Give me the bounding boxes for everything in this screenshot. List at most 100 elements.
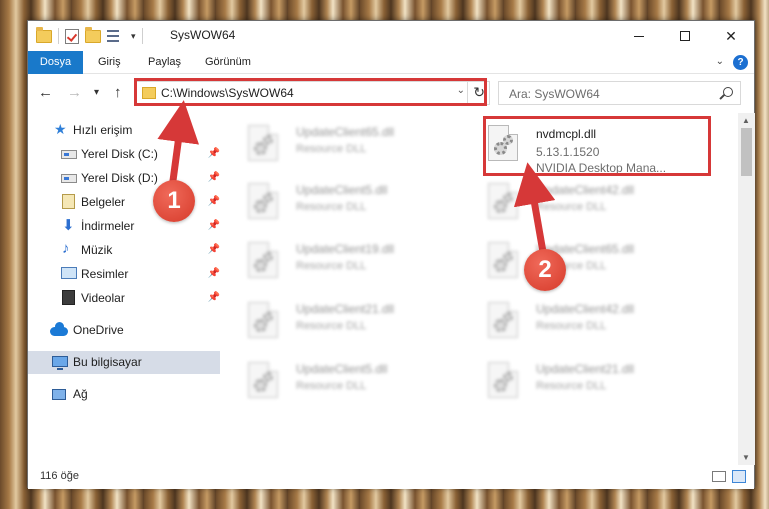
file-item[interactable]: UpdateClient21.dll Resource DLL [468, 356, 698, 406]
maximize-icon [680, 31, 690, 41]
window-controls: ✕ [616, 21, 754, 51]
pin-icon: 📌 [207, 244, 220, 255]
file-item[interactable]: UpdateClient42.dll Resource DLL [468, 177, 698, 227]
sidebar-item-label: Belgeler [81, 195, 126, 209]
file-item[interactable]: UpdateClient5.dll Resource DLL [228, 356, 458, 406]
minimize-button[interactable] [616, 21, 662, 51]
up-button[interactable]: ↑ [114, 84, 122, 101]
search-icon[interactable] [723, 87, 733, 97]
sidebar-item-network[interactable]: Ağ [28, 383, 220, 406]
search-input[interactable]: Ara: SysWOW64 [509, 87, 600, 101]
file-item-nvdmcpl[interactable]: nvdmcpl.dll 5.13.1.1520 NVIDIA Desktop M… [468, 119, 698, 179]
sidebar-item-pictures[interactable]: Resimler 📌 [28, 263, 220, 286]
file-name: UpdateClient42.dll [536, 302, 635, 316]
folder-icon [36, 26, 52, 43]
search-box[interactable]: Ara: SysWOW64 [498, 81, 741, 105]
expand-ribbon-chevron-icon[interactable]: ⌄ [716, 56, 724, 67]
star-icon: ★ [54, 121, 67, 137]
file-item[interactable]: UpdateClient65.dll Resource DLL [228, 119, 458, 169]
toolbar-divider [58, 28, 59, 44]
recent-locations-button[interactable]: ▾ [94, 87, 99, 98]
file-item[interactable]: UpdateClient19.dll Resource DLL [228, 236, 458, 286]
close-button[interactable]: ✕ [708, 21, 754, 51]
folder-icon [142, 87, 156, 99]
dll-file-icon [248, 302, 278, 338]
videos-icon [62, 290, 75, 305]
sidebar-item-local-disk-d[interactable]: Yerel Disk (D:) 📌 [28, 167, 220, 190]
file-type: Resource DLL [536, 320, 607, 332]
back-button[interactable]: ← [38, 84, 53, 101]
scroll-up-icon[interactable]: ▲ [742, 116, 750, 125]
file-type: Resource DLL [296, 143, 367, 155]
toolbar-divider [141, 28, 143, 44]
file-name: UpdateClient21.dll [296, 302, 395, 316]
dll-file-icon [488, 183, 518, 219]
title-bar: ▾ SysWOW64 ✕ [28, 21, 754, 51]
sidebar-item-music[interactable]: ♪ Müzik 📌 [28, 239, 220, 262]
documents-icon [62, 194, 75, 209]
file-item[interactable]: UpdateClient65.dll Resource DLL [468, 236, 698, 286]
sidebar-item-videos[interactable]: Videolar 📌 [28, 287, 220, 310]
sidebar-item-downloads[interactable]: ⬇ İndirmeler 📌 [28, 215, 220, 238]
dll-file-icon [248, 183, 278, 219]
address-path[interactable]: C:\Windows\SysWOW64 [161, 86, 294, 100]
tab-home[interactable]: Giriş [98, 51, 121, 74]
file-name: UpdateClient5.dll [296, 362, 388, 376]
quick-access-toolbar: ▾ [36, 26, 143, 45]
file-type: Resource DLL [536, 380, 607, 392]
music-icon: ♪ [62, 240, 70, 257]
sidebar-item-label: Resimler [81, 267, 129, 281]
address-bar[interactable]: C:\Windows\SysWOW64 ⌄ ↻ [136, 81, 490, 105]
scroll-down-icon[interactable]: ▼ [742, 453, 750, 462]
sidebar-item-onedrive[interactable]: OneDrive [28, 319, 220, 342]
file-version: 5.13.1.1520 [536, 145, 600, 159]
vertical-scrollbar[interactable]: ▲ ▼ [738, 113, 755, 465]
large-icons-view-icon[interactable] [732, 470, 746, 483]
forward-button[interactable]: → [67, 84, 82, 101]
file-name: UpdateClient65.dll [296, 125, 395, 139]
tab-view[interactable]: Görünüm [205, 51, 251, 74]
dll-file-icon [248, 362, 278, 398]
scroll-thumb[interactable] [741, 128, 752, 176]
dll-file-icon [488, 125, 518, 161]
qat-dropdown-button[interactable]: ▾ [131, 31, 136, 42]
window-title: SysWOW64 [170, 28, 236, 42]
help-icon[interactable]: ? [733, 55, 748, 70]
file-item[interactable]: UpdateClient5.dll Resource DLL [228, 177, 458, 227]
tab-file[interactable]: Dosya [28, 51, 83, 74]
details-view-icon[interactable] [712, 471, 726, 482]
address-dropdown-icon[interactable]: ⌄ [457, 85, 465, 96]
file-list: UpdateClient65.dll Resource DLL UpdateCl… [228, 113, 734, 465]
sidebar-item-quick-access[interactable]: ★ Hızlı erişim [28, 119, 220, 142]
address-divider [467, 82, 468, 104]
file-name: UpdateClient19.dll [296, 242, 395, 256]
dll-file-icon [488, 362, 518, 398]
sidebar-item-label: Videolar [81, 291, 125, 305]
disk-icon [61, 150, 77, 159]
file-type: Resource DLL [296, 260, 367, 272]
step-marker-1: 1 [153, 180, 195, 222]
navigation-pane: ★ Hızlı erişim Yerel Disk (C:) 📌 Yerel D… [28, 115, 220, 465]
file-item[interactable]: UpdateClient42.dll Resource DLL [468, 296, 698, 346]
status-bar: 116 öğe [28, 465, 754, 489]
file-item[interactable]: UpdateClient21.dll Resource DLL [228, 296, 458, 346]
file-type: NVIDIA Desktop Mana... [536, 161, 667, 175]
sidebar-item-label: Yerel Disk (D:) [81, 171, 158, 185]
properties-check-icon[interactable] [65, 28, 79, 44]
tab-share[interactable]: Paylaş [148, 51, 181, 74]
file-explorer-window: ▾ SysWOW64 ✕ Dosya Giriş Paylaş Görünüm … [27, 20, 755, 489]
sidebar-item-this-pc[interactable]: Bu bilgisayar [28, 351, 220, 374]
sidebar-item-local-disk-c[interactable]: Yerel Disk (C:) 📌 [28, 143, 220, 166]
step-marker-2: 2 [524, 249, 566, 291]
dll-file-icon [248, 242, 278, 278]
onedrive-icon [50, 322, 68, 336]
file-type: Resource DLL [536, 201, 607, 213]
pictures-icon [61, 267, 77, 279]
customize-list-icon[interactable] [107, 29, 125, 43]
pin-icon: 📌 [207, 268, 220, 279]
maximize-button[interactable] [662, 21, 708, 51]
new-folder-icon[interactable] [85, 26, 101, 43]
file-name: nvdmcpl.dll [536, 127, 597, 141]
refresh-button[interactable]: ↻ [473, 84, 485, 101]
sidebar-item-label: Ağ [73, 387, 88, 401]
